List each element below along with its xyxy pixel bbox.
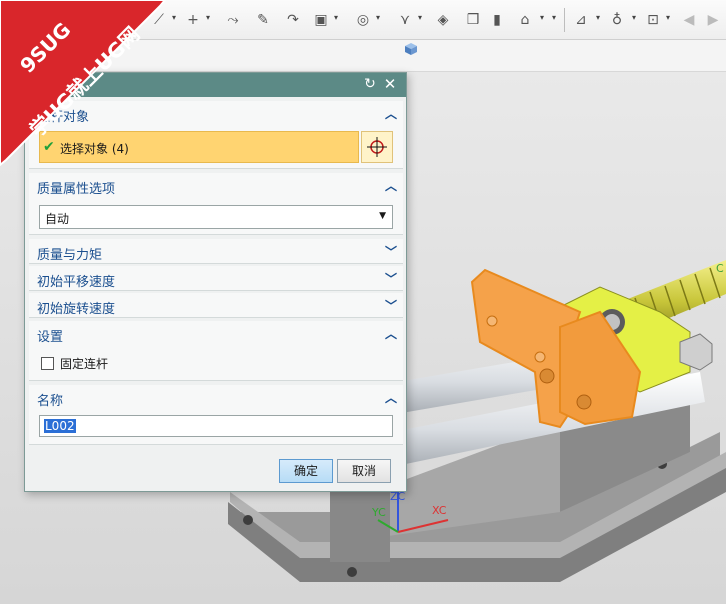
view-dropdown-icon[interactable]: ▾ <box>334 14 342 22</box>
reset-icon[interactable]: ↻ <box>362 76 378 92</box>
section-name: 名称 ︿ L002 <box>29 385 403 445</box>
point-icon[interactable]: + <box>182 9 204 31</box>
chevron-down-icon[interactable]: ﹀ <box>385 243 397 260</box>
measure-more-icon[interactable]: ▾ <box>552 14 560 22</box>
mass-options-select[interactable]: 自动 ▼ <box>39 205 393 229</box>
name-field[interactable]: L002 <box>39 415 393 437</box>
rotate-icon[interactable]: ◎ <box>352 9 374 31</box>
toolbar-separator <box>564 8 565 32</box>
measure-dropdown-icon[interactable]: ▾ <box>540 14 548 22</box>
fit-icon[interactable]: ⊡ <box>642 9 664 31</box>
section-header-init-rotate[interactable]: 初始旋转速度 ﹀ <box>29 293 403 319</box>
chevron-down-icon[interactable]: ﹀ <box>385 270 397 287</box>
route-icon[interactable]: ⤳ <box>222 9 244 31</box>
hand-icon[interactable]: ✎ <box>252 9 274 31</box>
probe-icon[interactable]: ♁ <box>606 9 628 31</box>
cube-icon[interactable] <box>402 42 420 56</box>
fit-dropdown-icon[interactable]: ▾ <box>666 14 674 22</box>
section-label: 名称 <box>37 394 64 409</box>
chevron-up-icon[interactable]: ︿ <box>385 325 397 342</box>
cancel-button[interactable]: 取消 <box>337 459 391 483</box>
chevron-up-icon[interactable]: ︿ <box>385 177 397 194</box>
section-header-settings[interactable]: 设置 ︿ <box>29 321 403 347</box>
section-header-name[interactable]: 名称 ︿ <box>29 385 403 411</box>
section-init-rotate[interactable]: 初始旋转速度 ﹀ <box>29 293 403 318</box>
section-header-mass-moment[interactable]: 质量与力矩 ﹀ <box>29 239 403 265</box>
rotate-dropdown-icon[interactable]: ▾ <box>376 14 384 22</box>
axis-label-xc: XC <box>432 504 447 517</box>
crosshair-icon <box>367 137 387 157</box>
section-header-init-translate[interactable]: 初始平移速度 ﹀ <box>29 266 403 292</box>
probe-dropdown-icon[interactable]: ▾ <box>632 14 640 22</box>
svg-text:C: C <box>716 262 724 275</box>
analysis-icon[interactable]: ⊿ <box>570 9 592 31</box>
fix-link-label: 固定连杆 <box>60 357 109 371</box>
watermark-ribbon: 9SUG 学UG就上UG网 <box>0 0 180 180</box>
analysis-dropdown-icon[interactable]: ▾ <box>596 14 604 22</box>
section-mass-options: 质量属性选项 ︿ 自动 ▼ <box>29 173 403 235</box>
shape-icon[interactable]: ◈ <box>432 9 454 31</box>
section-label: 初始旋转速度 <box>37 302 116 317</box>
fix-link-checkbox[interactable] <box>41 357 54 370</box>
arrow-icon[interactable]: ↷ <box>282 9 304 31</box>
tangent-dropdown-icon[interactable]: ▾ <box>418 14 426 22</box>
chevron-down-icon[interactable]: ﹀ <box>385 297 397 314</box>
box-icon[interactable]: ❒ <box>462 9 484 31</box>
point-dropdown-icon[interactable]: ▾ <box>206 14 214 22</box>
chevron-up-icon[interactable]: ︿ <box>385 389 397 406</box>
nav-forward-icon[interactable]: ▶ <box>702 9 724 31</box>
tangent-icon[interactable]: ⋎ <box>394 9 416 31</box>
nav-back-icon[interactable]: ◀ <box>678 9 700 31</box>
section-init-translate[interactable]: 初始平移速度 ﹀ <box>29 266 403 291</box>
ok-button[interactable]: 确定 <box>279 459 333 483</box>
close-icon[interactable]: ✕ <box>382 76 398 92</box>
pipe-icon[interactable]: ▮ <box>486 9 508 31</box>
section-mass-moment[interactable]: 质量与力矩 ﹀ <box>29 239 403 264</box>
section-settings: 设置 ︿ 固定连杆 <box>29 321 403 381</box>
select-value: 自动 <box>45 212 70 226</box>
axis-label-yc: YC <box>371 506 386 519</box>
chevron-up-icon[interactable]: ︿ <box>385 105 397 122</box>
section-label: 质量属性选项 <box>37 182 116 197</box>
section-label: 初始平移速度 <box>37 275 116 290</box>
view-icon[interactable]: ▣ <box>310 9 332 31</box>
select-target-button[interactable] <box>361 131 393 163</box>
dropdown-arrow-icon: ▼ <box>379 211 386 221</box>
name-value: L002 <box>44 419 76 433</box>
section-label: 质量与力矩 <box>37 248 103 263</box>
section-label: 设置 <box>37 330 64 345</box>
measure-icon[interactable]: ⌂ <box>514 9 536 31</box>
